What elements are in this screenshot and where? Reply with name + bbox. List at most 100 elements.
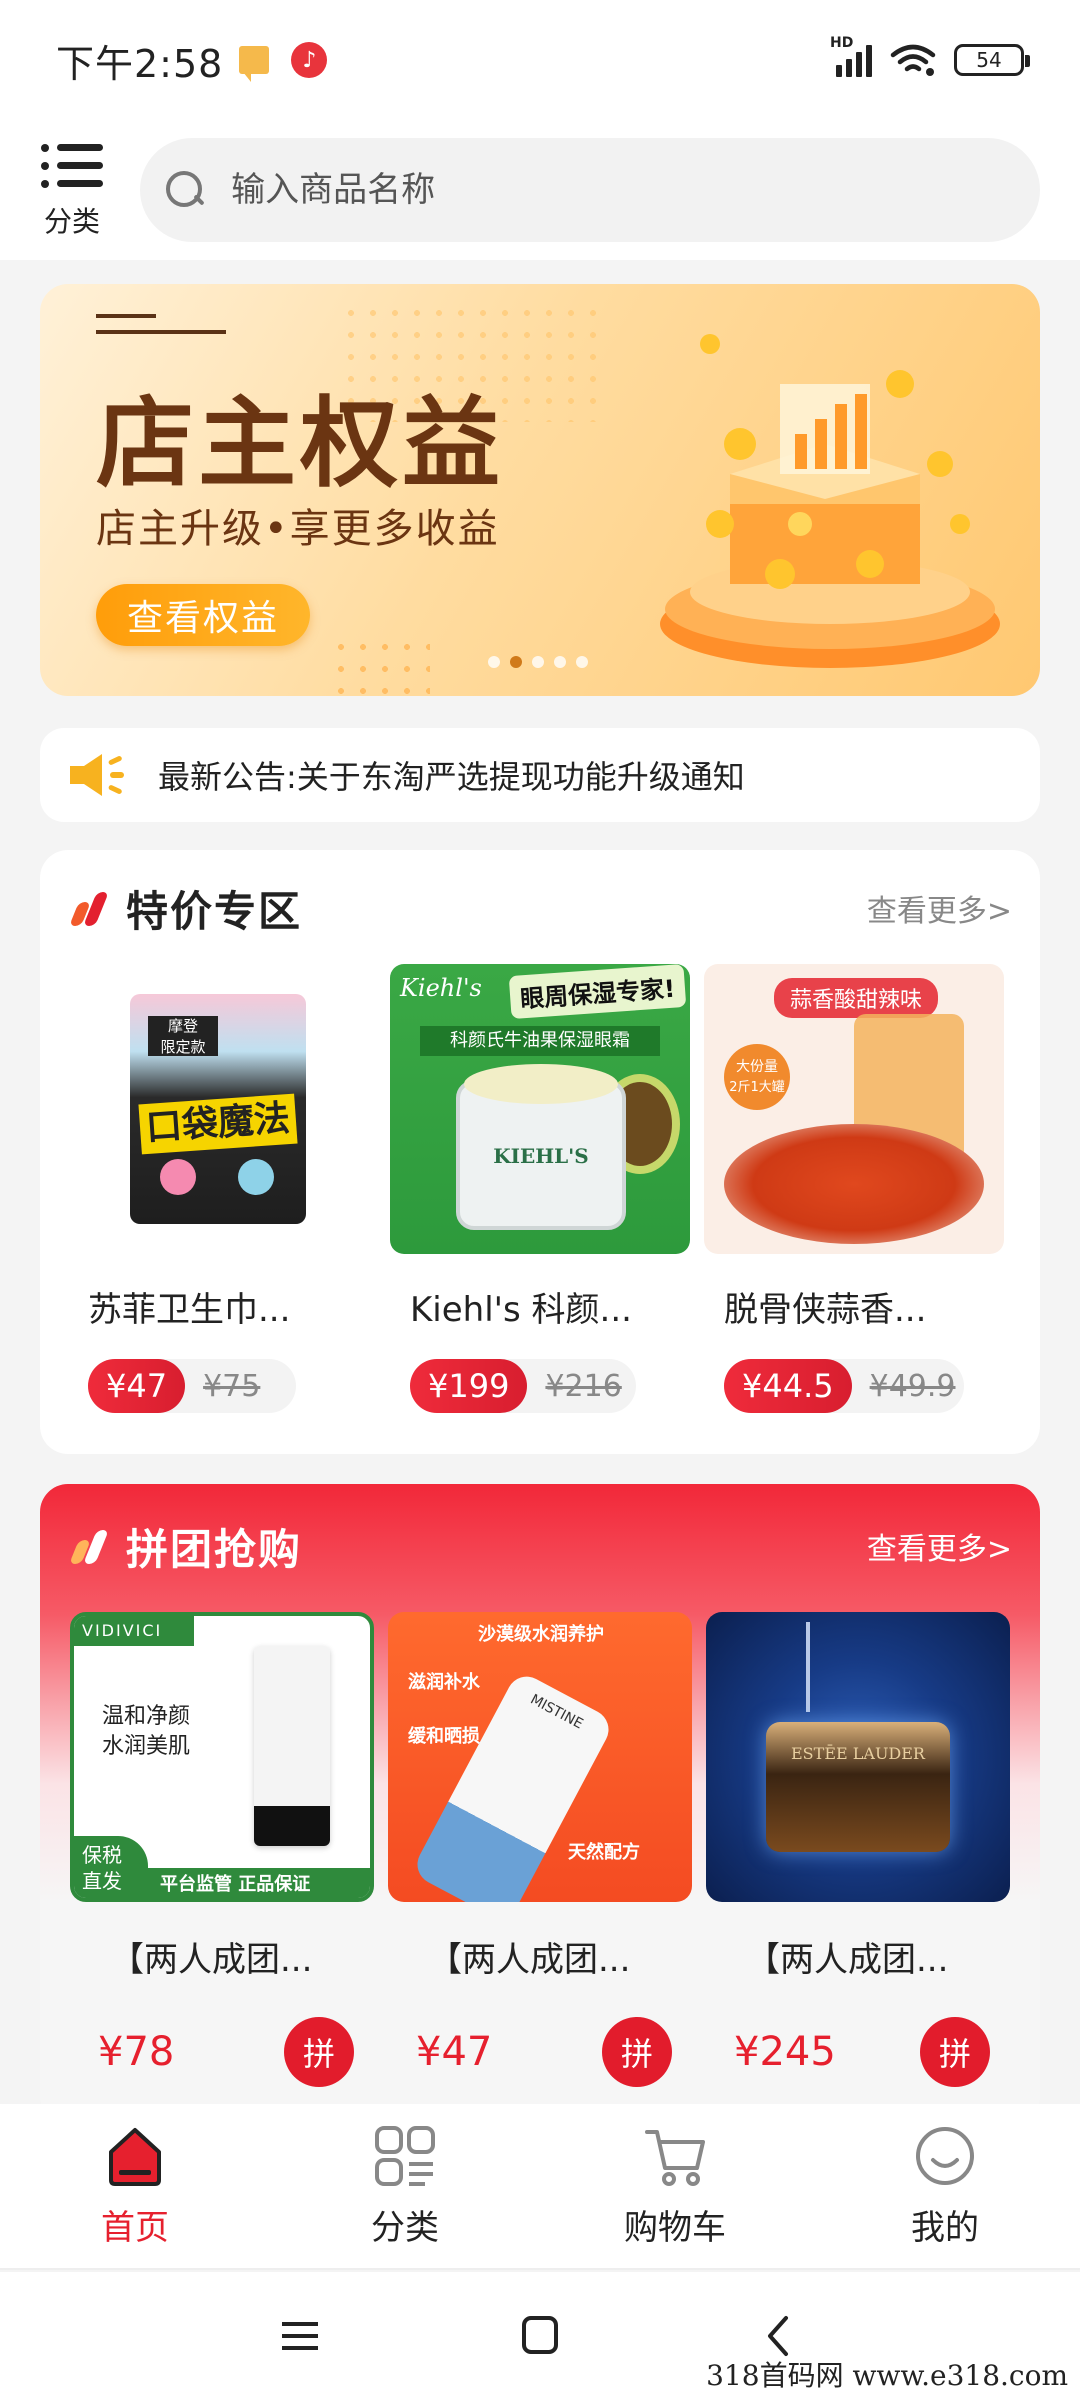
view-more-link[interactable]: 查看更多> <box>867 886 1012 930</box>
home-icon <box>109 2127 161 2186</box>
join-group-button[interactable]: 拼 <box>602 2017 672 2087</box>
product-card[interactable]: 蒜香酸甜辣味 大份量 2斤1大罐 脱骨侠蒜香... ¥44.5 ¥49.9 <box>704 964 1004 1413</box>
status-time: 下午2:58 <box>56 41 224 86</box>
cellular-signal-icon: HD <box>830 35 872 77</box>
section-logo-icon <box>68 888 109 928</box>
recent-apps-icon[interactable] <box>270 2306 330 2366</box>
product-image-text: 水润美肌 <box>102 1734 191 1759</box>
product-image-text: 2斤1大罐 <box>729 1080 785 1095</box>
banner-pager <box>488 656 588 668</box>
network-type-label: HD <box>830 35 854 51</box>
product-card[interactable]: 摩登 限定款 口袋魔法 苏菲卫生巾... ¥47 ¥75 <box>68 964 368 1413</box>
wifi-icon <box>890 44 936 76</box>
section-header: 拼团抢购 查看更多> <box>68 1516 1012 1576</box>
special-price-section: 特价专区 查看更多> 摩登 限定款 口袋魔法 苏菲卫生巾... ¥47 ¥75 … <box>40 850 1040 1454</box>
product-image-text: 缓和晒损 <box>408 1726 480 1747</box>
nav-cart[interactable]: 购物车 <box>540 2104 810 2268</box>
nav-label: 购物车 <box>624 2207 726 2248</box>
nav-profile[interactable]: 我的 <box>810 2104 1080 2268</box>
group-product-card[interactable]: ESTĒE LAUDER 【两人成团... ¥245 拼 <box>706 1612 1010 2087</box>
product-image-text: 大份量 <box>736 1059 778 1075</box>
product-image: Kiehl's 眼周保湿专家! 科颜氏牛油果保湿眼霜 KIEHL'S <box>390 964 690 1254</box>
section-title: 特价专区 <box>126 886 303 936</box>
group-price: ¥47 <box>416 2029 493 2075</box>
original-price: ¥216 <box>545 1368 622 1404</box>
product-image: ESTĒE LAUDER <box>706 1612 1010 1902</box>
announcement-bar[interactable]: 最新公告:关于东淘严选提现功能升级通知 <box>40 728 1040 822</box>
menu-icon <box>41 140 103 192</box>
current-price: ¥199 <box>410 1359 528 1413</box>
search-icon <box>166 171 203 209</box>
search-box[interactable] <box>140 138 1040 242</box>
section-title: 拼团抢购 <box>126 1524 303 1574</box>
price-tag: ¥44.5 ¥49.9 <box>724 1359 964 1413</box>
product-image: 沙漠级水润养护 滋润补水 缓和晒损 MISTINE 天然配方 <box>388 1612 692 1902</box>
status-bar: 下午2:58 ♪ HD 54 <box>0 0 1080 120</box>
product-image-text: 滋润补水 <box>408 1672 480 1693</box>
battery-icon: 54 <box>954 44 1030 76</box>
nav-home[interactable]: 首页 <box>0 2104 270 2268</box>
nav-label: 我的 <box>911 2207 979 2248</box>
bottom-navigation: 首页 分类 购物车 我的 <box>0 2104 1080 2270</box>
product-image: VIDIVICI 温和净颜 水润美肌 保税 直发 平台监管 正品保证 <box>70 1612 374 1902</box>
group-buy-section: 拼团抢购 查看更多> VIDIVICI 温和净颜 水润美肌 保税 直发 平台监管… <box>40 1484 1040 2124</box>
product-image-text: 直发 <box>82 1869 122 1893</box>
product-image-text: 蒜香酸甜辣味 <box>774 978 939 1018</box>
group-price: ¥245 <box>734 2029 836 2075</box>
group-price: ¥78 <box>98 2029 175 2075</box>
watermark: 318首码网 www.e318.com <box>706 2359 1068 2392</box>
nav-category[interactable]: 分类 <box>270 2104 540 2268</box>
product-image-text: 科颜氏牛油果保湿眼霜 <box>420 1026 660 1056</box>
group-product-card[interactable]: VIDIVICI 温和净颜 水润美肌 保税 直发 平台监管 正品保证 【两人成团… <box>70 1612 374 2087</box>
join-group-button[interactable]: 拼 <box>284 2017 354 2087</box>
promo-banner[interactable]: 店主权益 店主升级•享更多收益 查看权益 <box>40 284 1040 696</box>
current-price: ¥44.5 <box>724 1359 852 1413</box>
product-name: 【两人成团... <box>428 1940 631 1980</box>
category-label: 分类 <box>43 205 100 238</box>
product-image: 摩登 限定款 口袋魔法 <box>68 964 368 1254</box>
gift-box-coins-illustration <box>660 334 1000 668</box>
product-card[interactable]: Kiehl's 眼周保湿专家! 科颜氏牛油果保湿眼霜 KIEHL'S Kiehl… <box>390 964 690 1413</box>
view-more-link[interactable]: 查看更多> <box>867 1524 1012 1568</box>
speaker-icon <box>70 754 124 796</box>
product-name: Kiehl's 科颜... <box>410 1290 632 1330</box>
message-notification-icon <box>239 46 270 82</box>
price-tag: ¥199 ¥216 <box>410 1359 636 1413</box>
product-image-text: 保税 <box>82 1843 122 1867</box>
product-name: 【两人成团... <box>746 1940 949 1980</box>
product-name: 脱骨侠蒜香... <box>724 1290 927 1330</box>
nav-label: 首页 <box>101 2207 169 2248</box>
price-tag: ¥47 ¥75 <box>88 1359 296 1413</box>
category-button[interactable]: 分类 <box>40 140 104 240</box>
product-image-text: Kiehl's <box>400 974 482 1002</box>
announcement-text: 最新公告:关于东淘严选提现功能升级通知 <box>158 758 745 796</box>
cart-icon <box>645 2129 705 2186</box>
product-image-text: KIEHL'S <box>493 1144 589 1168</box>
group-product-card[interactable]: 沙漠级水润养护 滋润补水 缓和晒损 MISTINE 天然配方 【两人成团... … <box>388 1612 692 2087</box>
product-image-text: 眼周保湿专家! <box>508 964 687 1020</box>
search-input[interactable] <box>231 170 1014 210</box>
music-notification-icon: ♪ <box>291 42 328 78</box>
header: 分类 <box>0 120 1080 260</box>
banner-decoration <box>96 330 226 334</box>
profile-icon <box>916 2126 974 2185</box>
nav-label: 分类 <box>371 2207 439 2248</box>
product-image-text: 温和净颜 <box>102 1704 191 1729</box>
banner-title: 店主权益 <box>96 387 505 501</box>
view-benefits-button[interactable]: 查看权益 <box>96 584 310 646</box>
product-image: 蒜香酸甜辣味 大份量 2斤1大罐 <box>704 964 1004 1254</box>
current-price: ¥47 <box>88 1359 186 1413</box>
join-group-button[interactable]: 拼 <box>920 2017 990 2087</box>
product-image-text: 平台监管 正品保证 <box>148 1868 370 1898</box>
product-name: 【两人成团... <box>110 1940 313 1980</box>
product-image-text: 沙漠级水润养护 <box>478 1624 604 1645</box>
category-grid-icon <box>375 2125 435 2186</box>
product-image-text: 天然配方 <box>568 1842 640 1863</box>
home-button-icon[interactable] <box>510 2306 570 2366</box>
product-image-text: ESTĒE LAUDER <box>791 1744 925 1763</box>
original-price: ¥49.9 <box>869 1368 956 1404</box>
product-name: 苏菲卫生巾... <box>88 1290 291 1330</box>
product-image-text: VIDIVICI <box>74 1616 194 1646</box>
section-logo-icon <box>68 1526 109 1566</box>
banner-subtitle: 店主升级•享更多收益 <box>96 506 500 552</box>
